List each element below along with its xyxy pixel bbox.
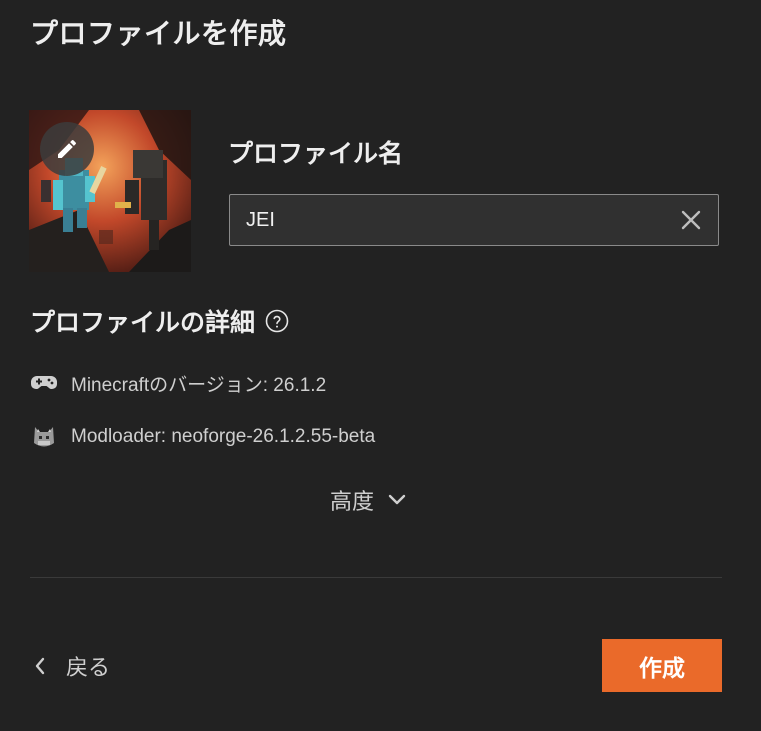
- profile-name-input[interactable]: [246, 195, 646, 245]
- back-button[interactable]: 戻る: [34, 650, 110, 682]
- neoforge-fox-icon: [34, 427, 54, 447]
- modloader-row: Modloader: neoforge-26.1.2.55-beta: [30, 423, 375, 451]
- question-circle-icon[interactable]: [265, 309, 289, 333]
- pencil-icon: [58, 139, 77, 158]
- chevron-left-icon: [35, 657, 45, 675]
- minecraft-version-row: Minecraftのバージョン: 26.1.2: [30, 369, 326, 397]
- profile-name-field[interactable]: [229, 194, 719, 246]
- chevron-down-icon: [388, 494, 406, 505]
- back-label: 戻る: [66, 656, 111, 681]
- profile-details-title: プロファイルの詳細: [30, 308, 256, 337]
- footer-divider: [30, 577, 722, 578]
- edit-image-button[interactable]: [40, 122, 94, 176]
- close-icon[interactable]: [680, 209, 702, 231]
- dialog-title: プロファイルを作成: [30, 17, 287, 50]
- minecraft-version-text: Minecraftのバージョン: 26.1.2: [71, 374, 327, 396]
- modloader-text: Modloader: neoforge-26.1.2.55-beta: [71, 426, 376, 447]
- advanced-label: 高度: [330, 490, 375, 515]
- gamepad-icon: [31, 376, 57, 389]
- profile-name-label: プロファイル名: [228, 139, 404, 168]
- create-button[interactable]: 作成: [602, 639, 722, 692]
- advanced-toggle[interactable]: 高度: [330, 484, 406, 516]
- profile-details-heading: プロファイルの詳細: [30, 303, 289, 339]
